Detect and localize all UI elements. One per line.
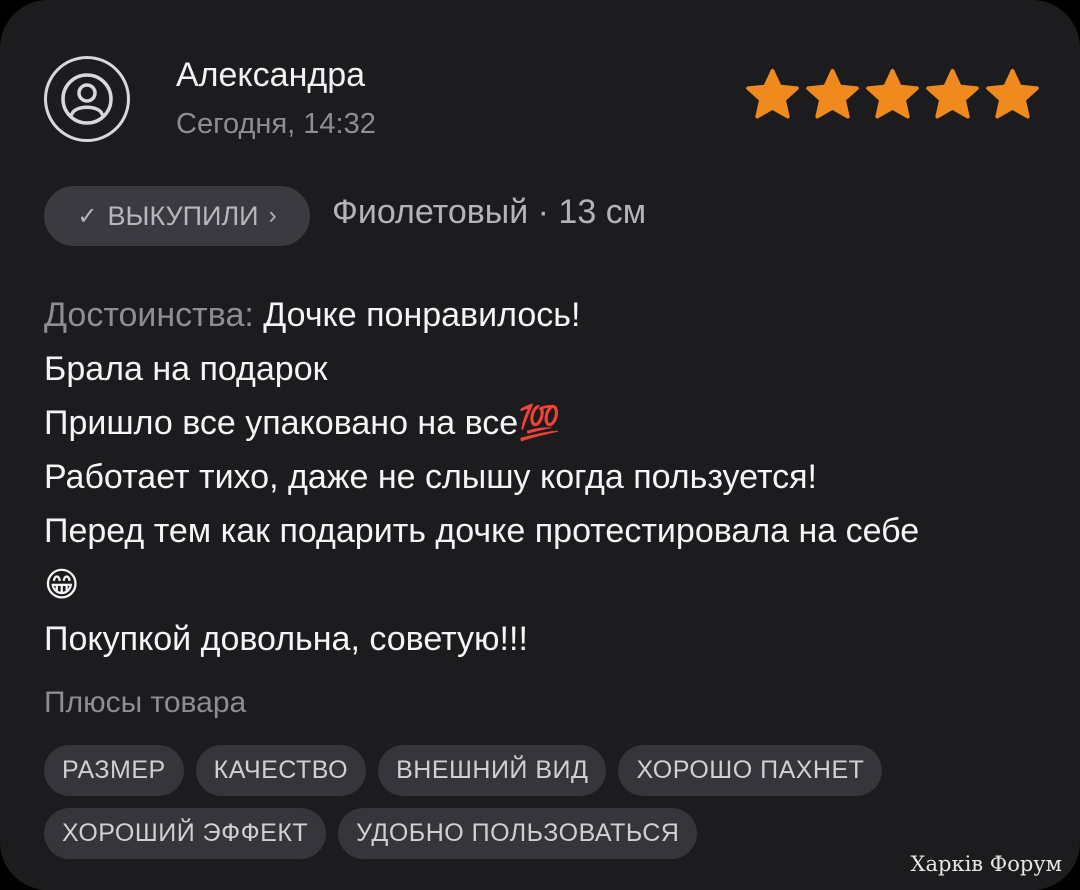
review-text: Достоинства: Дочке понравилось! Брала на … xyxy=(44,288,1044,666)
star-icon xyxy=(926,68,979,119)
pros-tag[interactable]: РАЗМЕР xyxy=(44,745,184,796)
review-text-line: Достоинства: Дочке понравилось! xyxy=(44,288,1044,342)
review-text-content: 😁 xyxy=(44,566,80,604)
review-text-line: Брала на подарок xyxy=(44,342,1044,396)
review-text-content: Брала на подарок xyxy=(44,350,328,388)
review-text-content: Перед тем как подарить дочке протестиров… xyxy=(44,512,920,550)
review-text-content: Пришло все упаковано на все💯 xyxy=(44,404,561,442)
check-icon: ✓ xyxy=(77,202,98,230)
review-text-content: Покупкой довольна, советую!!! xyxy=(44,620,528,658)
star-rating xyxy=(744,68,1041,122)
pros-tags: РАЗМЕР КАЧЕСТВО ВНЕШНИЙ ВИД ХОРОШО ПАХНЕТ ХО… xyxy=(44,745,1004,859)
star-icon xyxy=(806,68,859,119)
review-text-content: Работает тихо, даже не слышу когда польз… xyxy=(44,458,817,496)
author-name: Александра xyxy=(176,56,366,94)
advantages-label: Достоинства: xyxy=(44,296,264,334)
chevron-right-icon: › xyxy=(268,202,277,229)
buyer-badge-label: ВЫКУПИЛИ xyxy=(107,200,259,231)
user-icon xyxy=(61,73,113,125)
buyer-badge[interactable]: ✓ ВЫКУПИЛИ › xyxy=(44,186,310,246)
review-text-line: Работает тихо, даже не слышу когда польз… xyxy=(44,450,1044,504)
pros-tag[interactable]: КАЧЕСТВО xyxy=(195,745,367,796)
review-text-line: Покупкой довольна, советую!!! xyxy=(44,612,1044,666)
review-text-line: 😁 xyxy=(44,558,1044,612)
watermark: Харків Форум xyxy=(910,852,1062,876)
review-card: Александра Сегодня, 14:32 ✓ ВЫКУПИЛИ › Ф… xyxy=(0,0,1080,890)
review-text-line: Перед тем как подарить дочке протестиров… xyxy=(44,504,1044,558)
pros-tag[interactable]: ХОРОШО ПАХНЕТ xyxy=(618,745,883,796)
pros-tag[interactable]: ХОРОШИЙ ЭФФЕКТ xyxy=(44,808,327,859)
product-variant: Фиолетовый · 13 см xyxy=(332,193,647,231)
star-icon xyxy=(866,68,919,119)
pros-tag[interactable]: УДОБНО ПОЛЬЗОВАТЬСЯ xyxy=(338,808,698,859)
star-icon xyxy=(746,68,799,119)
pros-heading: Плюсы товара xyxy=(44,686,247,719)
review-text-content: Дочке понравилось! xyxy=(263,296,581,334)
star-icon xyxy=(986,68,1039,119)
review-text-line: Пришло все упаковано на все💯 xyxy=(44,396,1044,450)
review-date: Сегодня, 14:32 xyxy=(176,108,376,140)
pros-tag[interactable]: ВНЕШНИЙ ВИД xyxy=(378,745,607,796)
avatar[interactable] xyxy=(44,56,130,142)
